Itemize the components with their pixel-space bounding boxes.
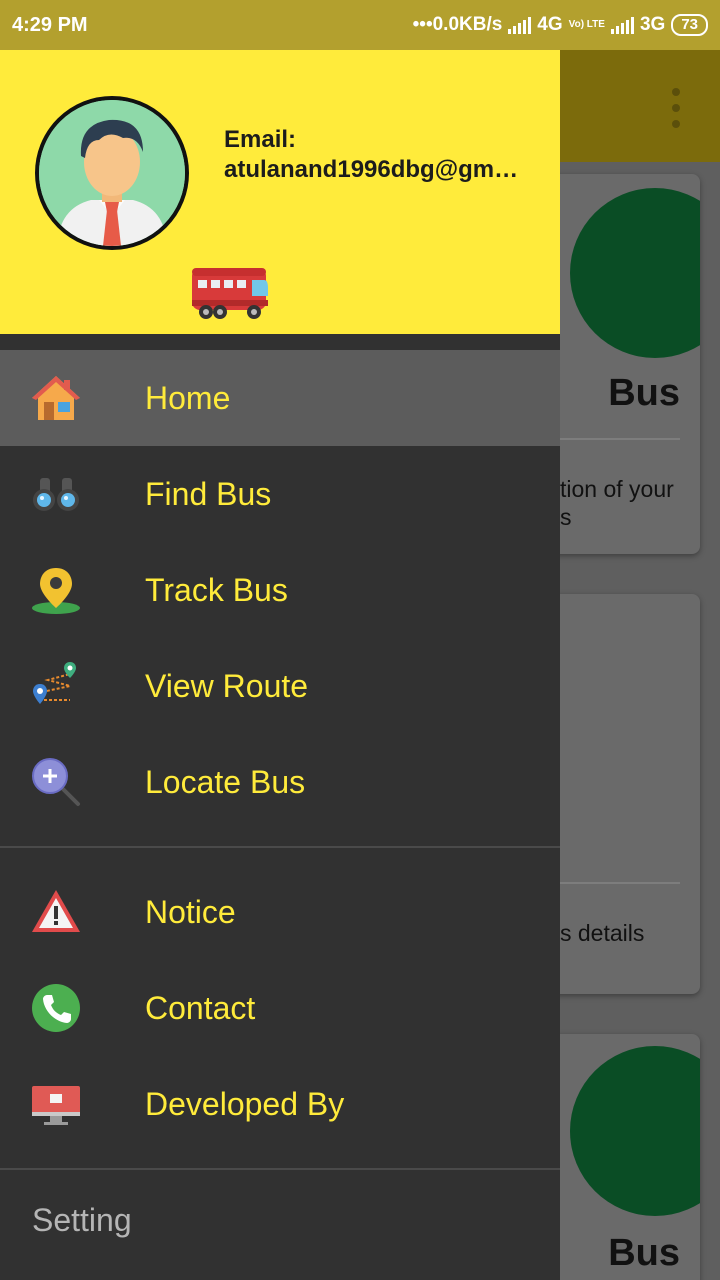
menu-item-label: Find Bus [145, 475, 272, 512]
network-type-2: 3G [639, 14, 666, 35]
drawer-header: Email: atulanand1996dbg@gm… [0, 50, 560, 334]
battery-level: 73 [681, 16, 698, 33]
overflow-menu-icon[interactable] [670, 88, 682, 128]
network-type-1: 4G [537, 14, 563, 35]
monitor-icon [30, 1078, 82, 1130]
email-value: atulanand1996dbg@gm… [224, 156, 519, 183]
menu-item-locate-bus[interactable]: Locate Bus [0, 734, 560, 830]
setting-label: Setting [32, 1201, 132, 1238]
menu-divider [0, 1168, 560, 1170]
menu-divider [0, 846, 560, 848]
status-bar: 4:29 PM •••0.0KB/s 4G Vo) LTE 3G 73 [0, 0, 720, 50]
menu-item-notice[interactable]: Notice [0, 864, 560, 960]
menu-item-find-bus[interactable]: Find Bus [0, 446, 560, 542]
avatar[interactable] [35, 96, 189, 250]
menu-item-setting[interactable]: Setting [0, 1172, 560, 1268]
menu-item-view-route[interactable]: View Route [0, 638, 560, 734]
card-icon [570, 1046, 700, 1216]
card-title: Bus [608, 1232, 680, 1274]
menu-item-label: Notice [145, 893, 236, 930]
signal-icon-2 [610, 16, 634, 34]
card-title: Bus [608, 372, 680, 414]
signal-icon [508, 16, 532, 34]
phone-icon [30, 982, 82, 1034]
status-indicators: •••0.0KB/s 4G Vo) LTE 3G 73 [413, 14, 708, 36]
binoculars-icon [30, 468, 82, 520]
menu-item-label: Contact [145, 989, 256, 1026]
menu-item-label: Developed By [145, 1085, 345, 1122]
card-description-2: s [560, 504, 572, 530]
navigation-drawer: Email: atulanand1996dbg@gm… Home Find Bu… [0, 50, 560, 1280]
status-time: 4:29 PM [12, 13, 88, 36]
user-avatar-icon [39, 100, 185, 246]
zoom-in-icon [30, 756, 82, 808]
menu-item-label: Track Bus [145, 571, 288, 608]
battery-icon: 73 [671, 14, 708, 36]
card-icon [570, 188, 700, 358]
warning-icon [30, 886, 82, 938]
email-label: Email: [224, 126, 297, 153]
card-description: s details [560, 920, 645, 946]
menu-item-contact[interactable]: Contact [0, 960, 560, 1056]
menu-item-developed-by[interactable]: Developed By [0, 1056, 560, 1152]
route-icon [30, 660, 82, 712]
menu-item-label: Home [145, 379, 231, 416]
net-speed: •••0.0KB/s [412, 14, 503, 35]
location-pin-icon [30, 564, 82, 616]
bus-icon [190, 264, 272, 329]
menu-item-label: Locate Bus [145, 763, 306, 800]
home-icon [30, 372, 82, 424]
menu-item-track-bus[interactable]: Track Bus [0, 542, 560, 638]
menu-item-label: View Route [145, 667, 309, 704]
card-description: tion of your [560, 476, 674, 502]
volte-indicator: Vo) LTE [568, 19, 605, 30]
menu-item-home[interactable]: Home [0, 350, 560, 446]
